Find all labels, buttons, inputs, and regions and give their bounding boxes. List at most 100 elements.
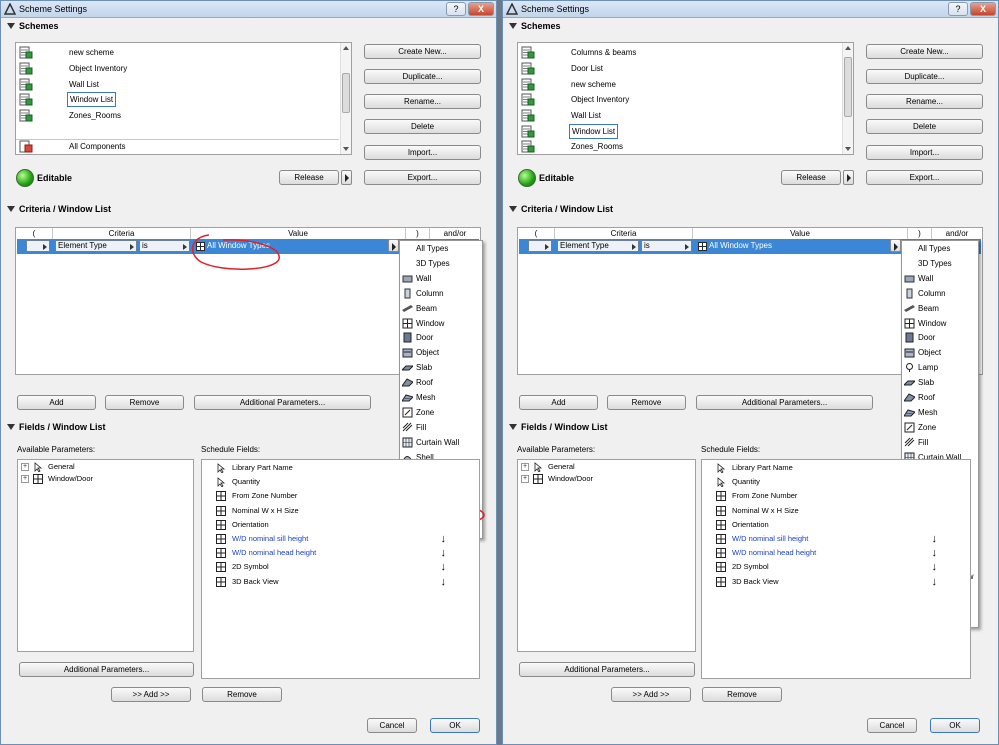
available-parameters-tree[interactable]: + General + Window/Door: [517, 459, 696, 652]
tree-node-general[interactable]: + General: [521, 461, 671, 473]
remove-criteria-button[interactable]: Remove: [105, 395, 184, 410]
scheme-item-door-list[interactable]: Door List: [518, 61, 841, 76]
export-button[interactable]: Export...: [364, 170, 481, 185]
schedule-field-quantity[interactable]: Quantity: [202, 475, 479, 489]
value-dropdown-button-icon[interactable]: [388, 239, 399, 252]
schedule-field-orientation[interactable]: Orientation: [702, 518, 970, 532]
scheme-item-columns-beams[interactable]: Columns & beams: [518, 45, 841, 60]
fields-section-header[interactable]: Fields / Window List: [503, 419, 998, 435]
scroll-up-icon[interactable]: [343, 46, 349, 50]
collapse-triangle-icon[interactable]: [7, 206, 15, 212]
open-paren-select[interactable]: [26, 240, 50, 252]
schemes-list[interactable]: Columns & beams Door List new scheme Object…: [517, 42, 854, 155]
menu-item-wall[interactable]: Wall: [400, 271, 482, 286]
menu-item-all-types[interactable]: All Types: [400, 241, 482, 256]
menu-item-lamp[interactable]: Lamp: [902, 360, 978, 375]
ok-button[interactable]: OK: [430, 718, 480, 733]
criteria-section-header[interactable]: Criteria / Window List: [503, 201, 998, 217]
schemes-list[interactable]: new scheme Object Inventory Wall List Windo…: [15, 42, 352, 155]
scheme-item-new-scheme[interactable]: new scheme: [16, 45, 339, 60]
scroll-thumb[interactable]: [342, 73, 350, 113]
additional-parameters-fields-button[interactable]: Additional Parameters...: [19, 662, 194, 677]
collapse-triangle-icon[interactable]: [7, 424, 15, 430]
close-button[interactable]: X: [468, 2, 494, 16]
sort-descending-icon[interactable]: ↓: [441, 560, 447, 574]
ok-button[interactable]: OK: [930, 718, 980, 733]
scheme-item-wall-list[interactable]: Wall List: [518, 108, 841, 123]
menu-item-column[interactable]: Column: [400, 286, 482, 301]
release-options-arrow-icon[interactable]: [843, 170, 854, 185]
menu-item-wall[interactable]: Wall: [902, 271, 978, 286]
collapse-triangle-icon[interactable]: [509, 23, 517, 29]
scroll-up-icon[interactable]: [845, 46, 851, 50]
add-field-button[interactable]: >> Add >>: [611, 687, 691, 702]
add-field-button[interactable]: >> Add >>: [111, 687, 191, 702]
scroll-thumb[interactable]: [844, 57, 852, 117]
add-criteria-button[interactable]: Add: [519, 395, 598, 410]
menu-item-object[interactable]: Object: [400, 345, 482, 360]
help-button[interactable]: ?: [446, 2, 466, 16]
scheme-item-object-inventory[interactable]: Object Inventory: [518, 92, 841, 107]
open-paren-select[interactable]: [528, 240, 552, 252]
schedule-field-w-d-nominal-sill-height[interactable]: W/D nominal sill height ↓: [702, 532, 970, 546]
schedule-field-library-part-name[interactable]: Library Part Name: [702, 461, 970, 475]
remove-criteria-button[interactable]: Remove: [607, 395, 686, 410]
menu-item-column[interactable]: Column: [902, 286, 978, 301]
schedule-field-nominal-w-x-h-size[interactable]: Nominal W x H Size: [202, 504, 479, 518]
schedule-field-3d-back-view[interactable]: 3D Back View ↓: [202, 575, 479, 589]
schedule-fields-list[interactable]: Library Part Name Quantity From Zone Numbe…: [701, 459, 971, 679]
schedule-field-w-d-nominal-head-height[interactable]: W/D nominal head height ↓: [702, 546, 970, 560]
operator-select[interactable]: is: [641, 240, 692, 252]
cancel-button[interactable]: Cancel: [367, 718, 417, 733]
criteria-section-header[interactable]: Criteria / Window List: [1, 201, 496, 217]
menu-item-door[interactable]: Door: [902, 330, 978, 345]
schedule-field-w-d-nominal-head-height[interactable]: W/D nominal head height ↓: [202, 546, 479, 560]
menu-item-mesh[interactable]: Mesh: [400, 390, 482, 405]
expand-plus-icon[interactable]: +: [21, 475, 29, 483]
expand-plus-icon[interactable]: +: [21, 463, 29, 471]
release-options-arrow-icon[interactable]: [341, 170, 352, 185]
schedule-field-from-zone-number[interactable]: From Zone Number: [202, 489, 479, 503]
schemes-scrollbar[interactable]: [842, 43, 853, 154]
sort-descending-icon[interactable]: ↓: [441, 546, 447, 560]
value-dropdown-button-icon[interactable]: [890, 239, 901, 252]
schemes-section-header[interactable]: Schemes: [503, 18, 998, 34]
menu-item-roof[interactable]: Roof: [902, 390, 978, 405]
additional-parameters-button[interactable]: Additional Parameters...: [696, 395, 873, 410]
duplicate-button[interactable]: Duplicate...: [866, 69, 983, 84]
scheme-item-window-list[interactable]: Window List: [16, 92, 339, 107]
scroll-down-icon[interactable]: [845, 147, 851, 151]
add-criteria-button[interactable]: Add: [17, 395, 96, 410]
scheme-item-zones-rooms[interactable]: Zones_Rooms: [16, 108, 339, 123]
create-new-button[interactable]: Create New...: [364, 44, 481, 59]
export-button[interactable]: Export...: [866, 170, 983, 185]
scheme-item-window-list[interactable]: Window List: [518, 124, 841, 139]
menu-item-roof[interactable]: Roof: [400, 375, 482, 390]
menu-item-3d-types[interactable]: 3D Types: [902, 256, 978, 271]
schedule-field-3d-back-view[interactable]: 3D Back View ↓: [702, 575, 970, 589]
import-button[interactable]: Import...: [866, 145, 983, 160]
sort-descending-icon[interactable]: ↓: [932, 575, 938, 589]
criteria-select[interactable]: Element Type: [557, 240, 639, 252]
menu-item-slab[interactable]: Slab: [902, 375, 978, 390]
duplicate-button[interactable]: Duplicate...: [364, 69, 481, 84]
schemes-scrollbar[interactable]: [340, 43, 351, 154]
sort-descending-icon[interactable]: ↓: [932, 532, 938, 546]
schedule-fields-list[interactable]: Library Part Name Quantity From Zone Numbe…: [201, 459, 480, 679]
sort-descending-icon[interactable]: ↓: [932, 560, 938, 574]
create-new-button[interactable]: Create New...: [866, 44, 983, 59]
menu-item-all-types[interactable]: All Types: [902, 241, 978, 256]
release-button[interactable]: Release: [781, 170, 841, 185]
menu-item-door[interactable]: Door: [400, 330, 482, 345]
schemes-section-header[interactable]: Schemes: [1, 18, 496, 34]
scroll-down-icon[interactable]: [343, 147, 349, 151]
scheme-item-all-components[interactable]: All Components: [16, 139, 339, 154]
cancel-button[interactable]: Cancel: [867, 718, 917, 733]
schedule-field-from-zone-number[interactable]: From Zone Number: [702, 489, 970, 503]
schedule-field-quantity[interactable]: Quantity: [702, 475, 970, 489]
remove-field-button[interactable]: Remove: [202, 687, 282, 702]
help-button[interactable]: ?: [948, 2, 968, 16]
tree-node-window-door[interactable]: + Window/Door: [21, 473, 171, 485]
menu-item-window[interactable]: Window: [400, 316, 482, 331]
schedule-field-orientation[interactable]: Orientation: [202, 518, 479, 532]
